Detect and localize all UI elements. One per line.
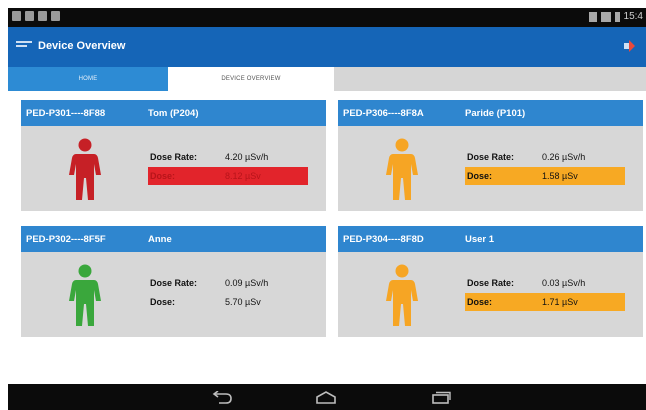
device-id: PED-P306----8F8A <box>343 108 424 119</box>
dose-rate-label: Dose Rate: <box>150 152 198 162</box>
dose-rate-value: 0.09 µSv/h <box>225 278 269 288</box>
recent-apps-icon[interactable] <box>428 391 452 404</box>
dose-row: Dose: 8.12 µSv <box>148 167 308 185</box>
notification-icon <box>38 11 47 21</box>
device-id: PED-P301----8F88 <box>26 108 106 119</box>
device-card-header: PED-P306----8F8A Paride (P101) <box>338 100 643 126</box>
tab-home[interactable]: HOME <box>8 67 180 91</box>
notification-icon <box>51 11 60 21</box>
device-id: PED-P304----8F8D <box>343 234 424 245</box>
dose-value: 1.71 µSv <box>542 297 578 307</box>
device-card[interactable]: PED-P306----8F8A Paride (P101) Dose Rate… <box>338 100 643 211</box>
device-card-header: PED-P302----8F5F Anne <box>21 226 326 252</box>
dose-rate-label: Dose Rate: <box>467 152 515 162</box>
dose-value: 1.58 µSv <box>542 171 578 181</box>
wifi-icon <box>600 11 611 22</box>
tab-bar-filler <box>334 67 646 91</box>
back-icon[interactable] <box>210 391 234 404</box>
device-card[interactable]: PED-P301----8F88 Tom (P204) Dose Rate: 4… <box>21 100 326 211</box>
device-user: User 1 <box>465 234 495 245</box>
dose-rate-label: Dose Rate: <box>150 278 198 288</box>
clock: 15:4 <box>623 11 643 22</box>
dose-rate-value: 0.26 µSv/h <box>542 152 586 162</box>
notification-icon <box>12 11 21 21</box>
speaker-icon[interactable] <box>624 40 636 52</box>
dose-rate-value: 0.03 µSv/h <box>542 278 586 288</box>
device-id: PED-P302----8F5F <box>26 234 106 245</box>
vibrate-icon <box>588 11 597 22</box>
page-title: Device Overview <box>38 40 126 52</box>
dose-rate-row: Dose Rate: 0.09 µSv/h <box>148 274 308 292</box>
dose-label: Dose: <box>467 171 493 181</box>
home-icon[interactable] <box>314 391 338 404</box>
device-card[interactable]: PED-P302----8F5F Anne Dose Rate: 0.09 µS… <box>21 226 326 337</box>
battery-icon <box>614 11 620 22</box>
dose-row: Dose: 5.70 µSv <box>148 293 308 311</box>
device-user: Tom (P204) <box>148 108 199 119</box>
dose-row: Dose: 1.71 µSv <box>465 293 625 311</box>
tab-device-overview[interactable]: DEVICE OVERVIEW <box>168 67 334 91</box>
person-icon <box>386 138 418 200</box>
dose-row: Dose: 1.58 µSv <box>465 167 625 185</box>
device-user: Anne <box>148 234 172 245</box>
dose-rate-value: 4.20 µSv/h <box>225 152 269 162</box>
dose-value: 5.70 µSv <box>225 297 261 307</box>
dose-value: 8.12 µSv <box>225 171 261 181</box>
device-card[interactable]: PED-P304----8F8D User 1 Dose Rate: 0.03 … <box>338 226 643 337</box>
dose-label: Dose: <box>150 171 176 181</box>
action-bar: Device Overview <box>8 27 646 67</box>
tab-bar: HOME DEVICE OVERVIEW <box>8 67 646 91</box>
status-bar: 15:4 <box>8 8 646 27</box>
device-user: Paride (P101) <box>465 108 526 119</box>
drawer-menu-icon[interactable] <box>16 41 32 51</box>
person-icon <box>69 264 101 326</box>
dose-rate-row: Dose Rate: 0.26 µSv/h <box>465 148 625 166</box>
notification-icon <box>25 11 34 21</box>
person-icon <box>386 264 418 326</box>
dose-rate-label: Dose Rate: <box>467 278 515 288</box>
device-card-header: PED-P301----8F88 Tom (P204) <box>21 100 326 126</box>
person-icon <box>69 138 101 200</box>
dose-rate-row: Dose Rate: 0.03 µSv/h <box>465 274 625 292</box>
dose-label: Dose: <box>467 297 493 307</box>
notification-icons <box>12 11 60 21</box>
device-card-header: PED-P304----8F8D User 1 <box>338 226 643 252</box>
dose-rate-row: Dose Rate: 4.20 µSv/h <box>148 148 308 166</box>
dose-label: Dose: <box>150 297 176 307</box>
navigation-bar <box>8 384 646 410</box>
